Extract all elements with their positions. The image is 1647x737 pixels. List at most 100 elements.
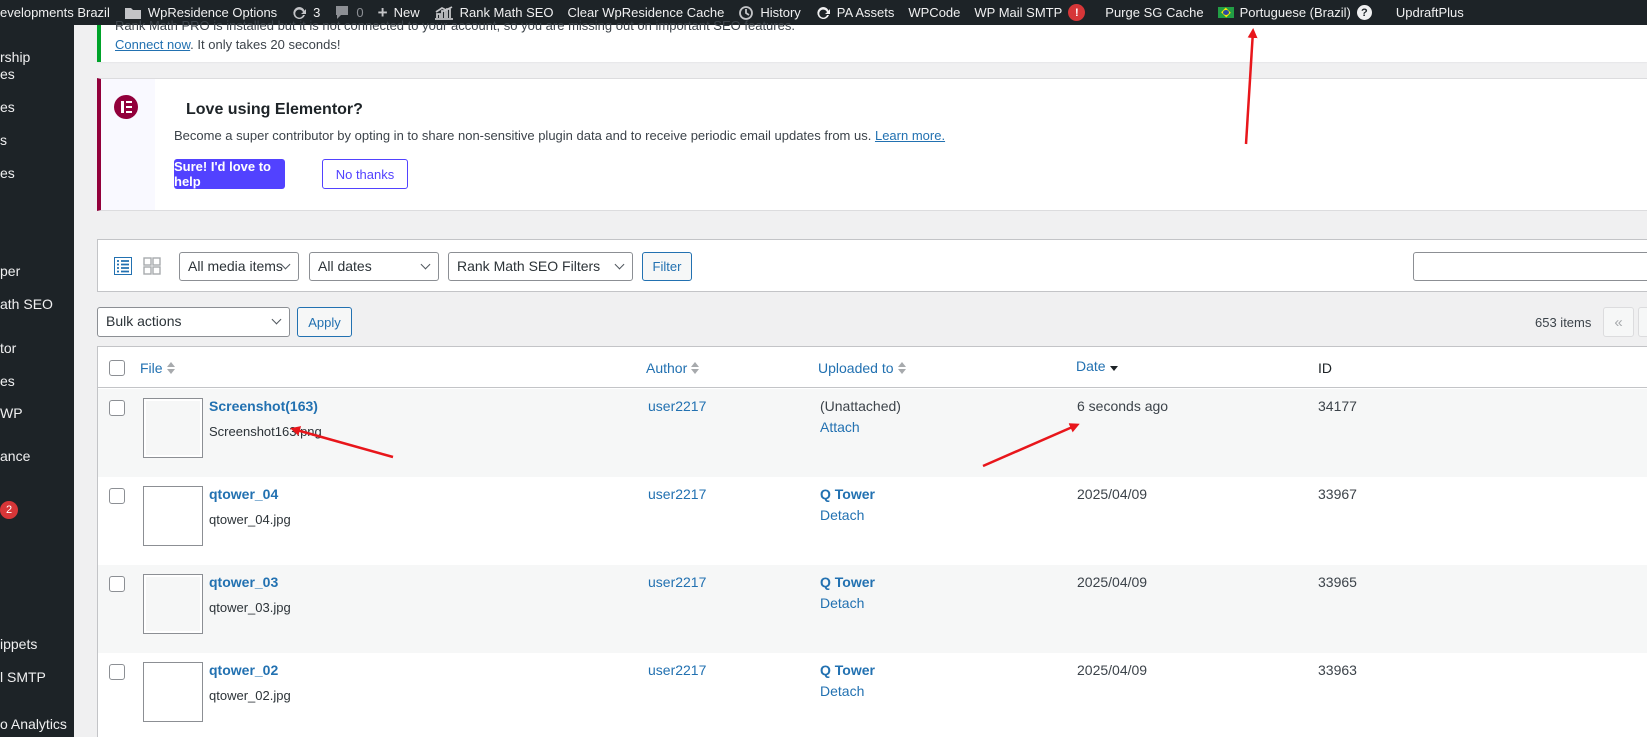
media-filename: qtower_03.jpg <box>209 600 291 615</box>
column-id-label: ID <box>1318 360 1332 376</box>
sidebar-item-4[interactable]: s <box>0 131 7 149</box>
pa-assets-link[interactable]: PA Assets <box>808 0 902 25</box>
author-link[interactable]: user2217 <box>648 486 706 502</box>
column-author-label: Author <box>646 360 688 376</box>
attach-link[interactable]: Attach <box>820 419 860 435</box>
updraftplus-label: UpdraftPlus <box>1395 5 1464 20</box>
uploaded-to-link[interactable]: Q Tower <box>820 486 875 502</box>
media-type-select[interactable]: All media items <box>179 252 299 281</box>
grid-view-icon[interactable] <box>143 257 161 275</box>
row-checkbox[interactable] <box>109 576 125 592</box>
detach-link[interactable]: Detach <box>820 683 864 699</box>
rank-math-notice: Rank Math PRO is installed but it is not… <box>97 18 1647 62</box>
media-title-link[interactable]: qtower_04 <box>209 486 278 502</box>
sidebar-item-3[interactable]: es <box>0 98 15 116</box>
date-value: 2025/04/09 <box>1077 662 1148 678</box>
first-page-button[interactable]: « <box>1603 307 1634 337</box>
purge-sg-cache-label: Purge SG Cache <box>1105 5 1204 20</box>
select-all-checkbox[interactable] <box>109 360 125 376</box>
sidebar-item-10[interactable]: WP <box>0 404 23 422</box>
row-checkbox[interactable] <box>109 664 125 680</box>
id-value: 33967 <box>1318 486 1357 502</box>
optin-accept-button[interactable]: Sure! I'd love to help <box>174 159 285 189</box>
wp-mail-smtp-alert-badge: ! <box>1068 4 1086 21</box>
media-thumbnail[interactable] <box>143 486 203 546</box>
sidebar-item-11[interactable]: ance <box>0 447 30 465</box>
row-checkbox[interactable] <box>109 400 125 416</box>
wpcode-link[interactable]: WPCode <box>901 0 967 25</box>
table-row: qtower_03 qtower_03.jpg user2217 Q Tower… <box>98 565 1647 653</box>
media-filename: Screenshot163.png <box>209 424 322 439</box>
bulk-actions-select[interactable]: Bulk actions <box>97 307 290 337</box>
language-switcher[interactable]: Portuguese (Brazil) ? <box>1211 0 1379 25</box>
elementor-notice-title: Love using Elementor? <box>186 101 363 118</box>
column-file-header[interactable]: File <box>140 360 175 376</box>
pa-assets-label: PA Assets <box>836 5 895 20</box>
column-uploaded-to-label: Uploaded to <box>818 360 894 376</box>
sidebar-item-8[interactable]: tor <box>0 339 16 357</box>
media-search-input[interactable] <box>1413 252 1647 281</box>
sort-desc-icon <box>1109 362 1118 371</box>
media-thumbnail[interactable] <box>143 662 203 722</box>
author-link[interactable]: user2217 <box>648 398 706 414</box>
table-header: File Author Uploaded to Date ID <box>98 347 1647 388</box>
sort-icon <box>166 362 175 374</box>
media-title-link[interactable]: qtower_02 <box>209 662 278 678</box>
media-filename: qtower_02.jpg <box>209 688 291 703</box>
column-date-header[interactable]: Date <box>1076 358 1118 374</box>
sort-icon <box>691 362 700 374</box>
detach-link[interactable]: Detach <box>820 595 864 611</box>
table-row: qtower_02 qtower_02.jpg user2217 Q Tower… <box>98 653 1647 737</box>
sidebar-item-wp-mail-smtp[interactable]: l SMTP <box>0 668 46 686</box>
author-link[interactable]: user2217 <box>648 574 706 590</box>
filter-button[interactable]: Filter <box>642 252 692 281</box>
learn-more-link[interactable]: Learn more. <box>875 128 945 143</box>
date-select[interactable]: All dates <box>309 252 439 281</box>
sidebar-item-rank-math-seo[interactable]: ath SEO <box>0 295 53 313</box>
elementor-logo-icon <box>114 95 138 119</box>
sidebar-item-analytics[interactable]: o Analytics <box>0 715 67 733</box>
media-title-link[interactable]: Screenshot(163) <box>209 398 318 414</box>
language-label: Portuguese (Brazil) <box>1239 5 1351 20</box>
date-value: 6 seconds ago <box>1077 398 1169 414</box>
prev-page-button[interactable] <box>1638 307 1647 337</box>
row-checkbox[interactable] <box>109 488 125 504</box>
column-author-header[interactable]: Author <box>646 360 700 376</box>
elementor-notice-text: Become a super contributor by opting in … <box>174 128 872 143</box>
detach-link[interactable]: Detach <box>820 507 864 523</box>
sidebar-item-5[interactable]: es <box>0 164 15 182</box>
id-value: 33965 <box>1318 574 1357 590</box>
column-uploaded-to-header[interactable]: Uploaded to <box>818 360 906 376</box>
sidebar-item-membership[interactable]: rship <box>0 48 30 66</box>
sidebar-item-code-snippets[interactable]: ippets <box>0 635 37 653</box>
author-link[interactable]: user2217 <box>648 662 706 678</box>
items-count: 653 items <box>1535 315 1592 330</box>
site-name-link[interactable]: evelopments Brazil <box>0 0 117 25</box>
media-filename: qtower_04.jpg <box>209 512 291 527</box>
list-view-icon[interactable] <box>114 257 132 275</box>
rank-math-notice-text: Rank Math PRO is installed but it is not… <box>115 18 795 33</box>
tablenav-top: Bulk actions Apply 653 items « <box>97 307 1647 339</box>
column-date-label: Date <box>1076 358 1106 374</box>
date-value: 2025/04/09 <box>1077 486 1148 502</box>
purge-sg-cache-link[interactable]: Purge SG Cache <box>1098 0 1210 25</box>
sidebar-item-6[interactable]: per <box>0 262 20 280</box>
date-value: 2025/04/09 <box>1077 574 1148 590</box>
brazil-flag-icon <box>1217 7 1234 18</box>
seo-filter-select[interactable]: Rank Math SEO Filters <box>448 252 633 281</box>
wp-mail-smtp-link[interactable]: WP Mail SMTP ! <box>967 0 1092 25</box>
media-title-link[interactable]: qtower_03 <box>209 574 278 590</box>
media-thumbnail[interactable] <box>143 574 203 634</box>
updraftplus-link[interactable]: UpdraftPlus <box>1389 0 1471 25</box>
apply-button[interactable]: Apply <box>297 307 352 337</box>
uploaded-to-link[interactable]: Q Tower <box>820 662 875 678</box>
media-thumbnail[interactable] <box>143 398 203 458</box>
connect-now-link[interactable]: Connect now <box>115 37 190 52</box>
uploaded-to-status: (Unattached) <box>820 398 901 414</box>
sidebar-item-membership-2[interactable]: es <box>0 65 15 83</box>
optin-decline-button[interactable]: No thanks <box>322 159 408 189</box>
help-icon[interactable]: ? <box>1356 5 1372 20</box>
table-row: qtower_04 qtower_04.jpg user2217 Q Tower… <box>98 477 1647 565</box>
sidebar-item-9[interactable]: es <box>0 372 15 390</box>
uploaded-to-link[interactable]: Q Tower <box>820 574 875 590</box>
